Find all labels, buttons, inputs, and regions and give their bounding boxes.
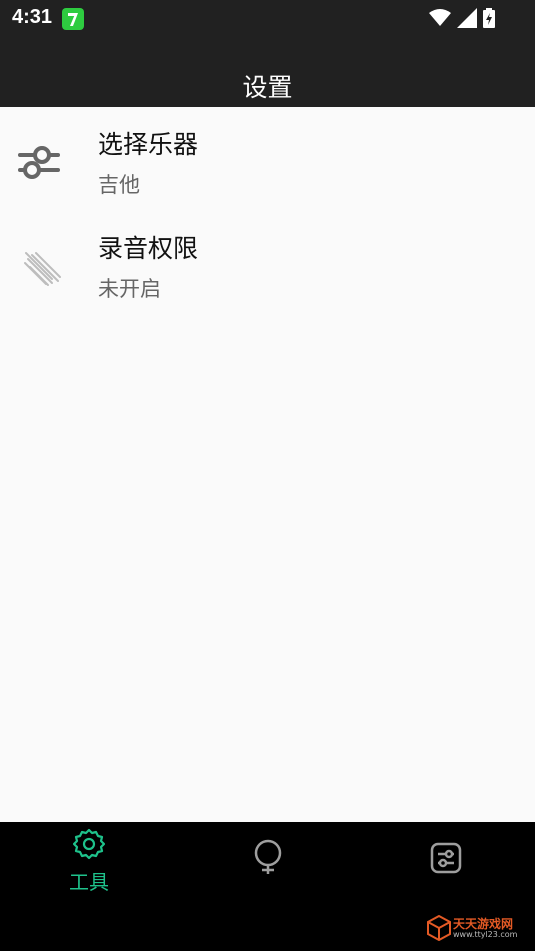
page-title: 设置 bbox=[242, 73, 293, 102]
watermark-logo: 天天游戏网 www.ttyl23.com bbox=[427, 913, 527, 943]
setting-value: 未开启 bbox=[98, 277, 161, 301]
stripes-icon bbox=[16, 241, 66, 291]
nav-item-tools[interactable]: 工具 bbox=[49, 822, 129, 902]
watermark-cube-icon bbox=[427, 914, 451, 945]
setting-title: 录音权限 bbox=[98, 234, 199, 263]
sliders-icon bbox=[16, 137, 66, 187]
status-bar: 4:31 bbox=[0, 0, 535, 38]
nav-label-tools: 工具 bbox=[69, 870, 109, 894]
toggle-settings-icon bbox=[430, 842, 462, 878]
bottom-nav: 工具 天天游戏网 www.ttyl23.com bbox=[0, 822, 535, 951]
setting-item-instrument[interactable]: 选择乐器 吉他 bbox=[0, 107, 535, 211]
nav-item-bulb[interactable] bbox=[228, 822, 308, 902]
battery-icon bbox=[483, 8, 495, 32]
status-right-icons bbox=[429, 8, 495, 32]
status-time: 4:31 bbox=[12, 6, 53, 28]
nav-item-settings[interactable] bbox=[406, 822, 486, 902]
watermark-url: www.ttyl23.com bbox=[453, 930, 518, 939]
setting-title: 选择乐器 bbox=[98, 130, 199, 159]
app-notification-icon bbox=[62, 8, 84, 30]
wifi-icon bbox=[429, 8, 451, 32]
signal-icon bbox=[457, 8, 477, 32]
app-bar: 设置 bbox=[0, 38, 535, 107]
settings-list: 选择乐器 吉他 录音权限 未开启 bbox=[0, 107, 535, 822]
setting-value: 吉他 bbox=[98, 173, 140, 197]
gear-icon bbox=[72, 828, 106, 864]
bulb-icon bbox=[252, 838, 284, 882]
setting-item-record-permission[interactable]: 录音权限 未开启 bbox=[0, 211, 535, 315]
